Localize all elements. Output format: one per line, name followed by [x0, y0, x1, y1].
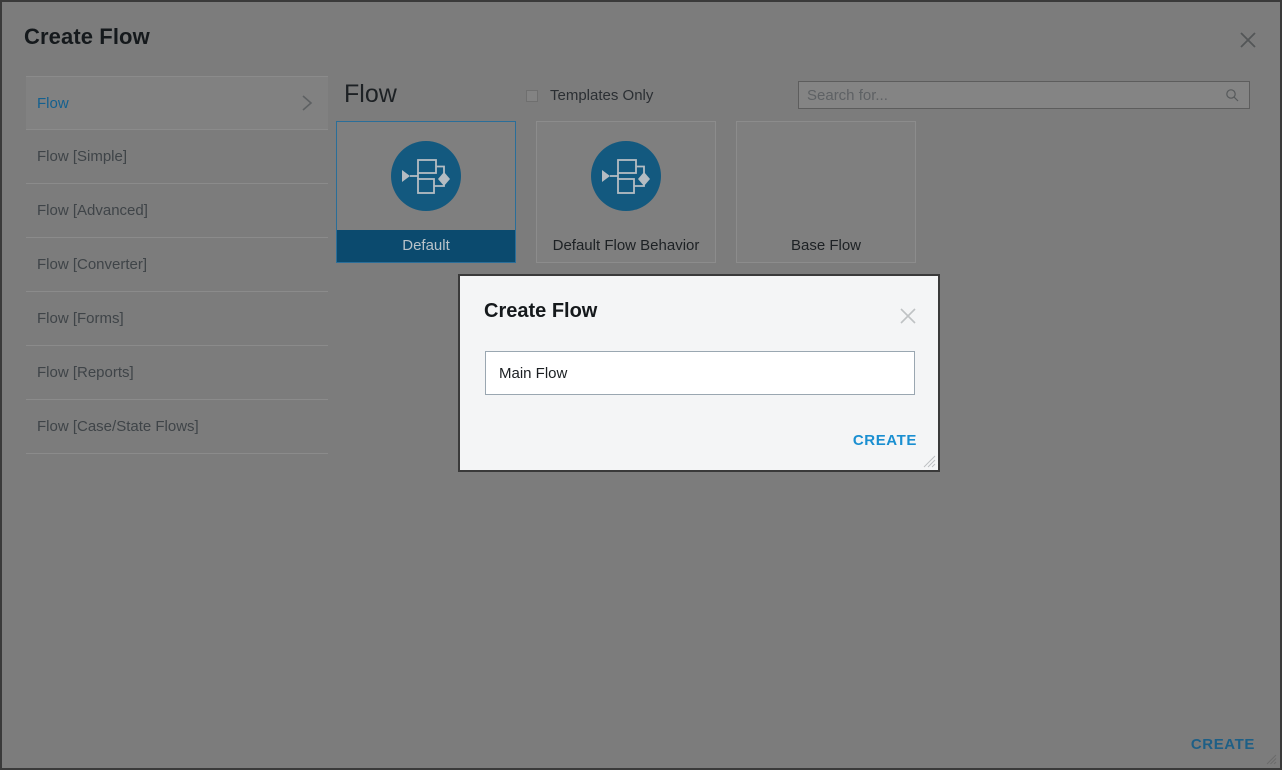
search-icon[interactable]: [1221, 88, 1243, 102]
search-box[interactable]: [798, 81, 1250, 109]
sidebar-item-flow-converter[interactable]: Flow [Converter]: [26, 238, 328, 292]
template-card-default[interactable]: Default: [336, 121, 516, 263]
sidebar-item-label: Flow [Case/State Flows]: [37, 418, 199, 435]
search-input[interactable]: [799, 86, 1221, 104]
close-icon[interactable]: [1236, 28, 1260, 52]
create-button[interactable]: CREATE: [1191, 736, 1255, 753]
sidebar: Flow Flow [Simple] Flow [Advanced] Flow …: [26, 76, 328, 454]
create-flow-modal: Create Flow CREATE: [458, 274, 940, 472]
sidebar-item-flow-case-state-flows[interactable]: Flow [Case/State Flows]: [26, 400, 328, 454]
close-icon[interactable]: [898, 306, 918, 326]
resize-grip-icon[interactable]: [922, 454, 936, 468]
chevron-right-icon: [300, 94, 314, 112]
flow-diagram-icon: [337, 122, 515, 230]
template-card-base-flow[interactable]: Base Flow: [736, 121, 916, 263]
templates-only-toggle[interactable]: Templates Only: [526, 87, 653, 104]
resize-grip-icon[interactable]: [1264, 752, 1277, 765]
sidebar-item-flow-advanced[interactable]: Flow [Advanced]: [26, 184, 328, 238]
sidebar-item-label: Flow [Advanced]: [37, 202, 148, 219]
sidebar-item-label: Flow [Reports]: [37, 364, 134, 381]
section-title: Flow: [344, 80, 397, 108]
sidebar-item-label: Flow [Converter]: [37, 256, 148, 273]
sidebar-item-label: Flow [Forms]: [37, 310, 124, 327]
flow-diagram-icon: [537, 122, 715, 230]
template-card-thumbnail-empty: [737, 122, 915, 230]
page-title: Create Flow: [24, 24, 150, 49]
modal-title: Create Flow: [484, 300, 598, 322]
template-card-label: Default Flow Behavior: [552, 237, 700, 254]
template-card-default-flow-behavior[interactable]: Default Flow Behavior: [536, 121, 716, 263]
templates-only-label: Templates Only: [550, 87, 654, 104]
sidebar-item-flow-forms[interactable]: Flow [Forms]: [26, 292, 328, 346]
window-header: Create Flow: [2, 2, 1280, 64]
template-card-label: Default: [337, 230, 515, 262]
create-flow-window: Create Flow Flow Flow [Simple] Flow [Adv…: [0, 0, 1282, 770]
modal-create-button[interactable]: CREATE: [853, 432, 917, 449]
sidebar-item-flow-simple[interactable]: Flow [Simple]: [26, 130, 328, 184]
flow-name-input[interactable]: [486, 364, 914, 382]
flow-name-field[interactable]: [485, 351, 915, 395]
sidebar-item-label: Flow [Simple]: [37, 148, 128, 165]
template-card-list: Default Default Flow Behavior Base Flow: [336, 121, 936, 263]
sidebar-item-flow-reports[interactable]: Flow [Reports]: [26, 346, 328, 400]
sidebar-item-flow[interactable]: Flow: [26, 76, 328, 130]
template-card-label: Base Flow: [790, 237, 862, 254]
templates-only-checkbox[interactable]: [526, 89, 538, 102]
sidebar-item-label: Flow: [37, 94, 69, 112]
